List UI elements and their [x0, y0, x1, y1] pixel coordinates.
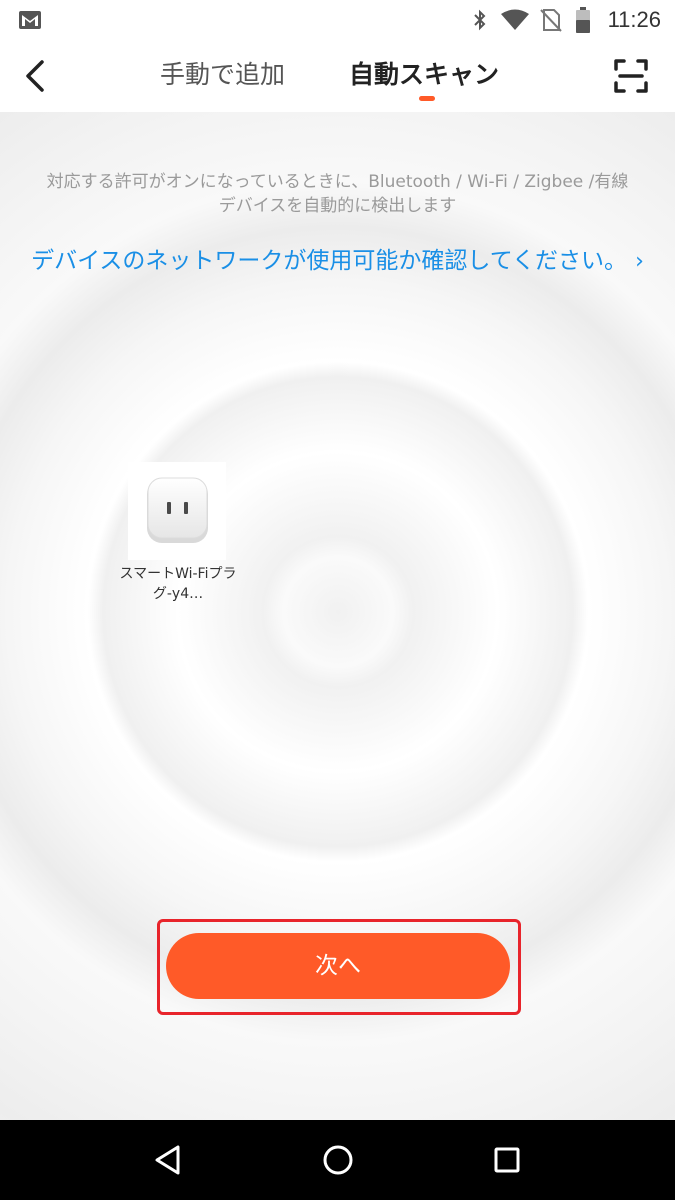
home-circle-icon: [323, 1145, 353, 1175]
back-button[interactable]: [14, 52, 58, 100]
active-tab-indicator: [419, 96, 435, 101]
wifi-icon: [501, 9, 529, 30]
nav-back-button[interactable]: [148, 1140, 188, 1180]
top-bar: 手動で追加 自動スキャン: [0, 40, 675, 112]
bluetooth-icon: [474, 9, 486, 31]
chevron-left-icon: [26, 60, 44, 92]
scan-frame-icon: [614, 59, 648, 93]
scan-area: 対応する許可がオンになっているときに、Bluetooth / Wi-Fi / Z…: [0, 112, 675, 1120]
system-nav-bar: [0, 1120, 675, 1200]
qr-scan-button[interactable]: [609, 54, 653, 98]
next-button[interactable]: 次へ: [166, 933, 510, 999]
tab-manual-add[interactable]: 手動で追加: [160, 58, 285, 92]
nav-recents-button[interactable]: [487, 1140, 527, 1180]
status-bar: 11:26: [0, 0, 675, 40]
status-time: 11:26: [607, 7, 661, 32]
no-sim-icon: [540, 9, 562, 32]
tab-auto-scan[interactable]: 自動スキャン: [349, 58, 499, 92]
battery-icon: [576, 7, 590, 33]
device-name: スマートWi-Fiプラグ-y4…: [119, 566, 237, 602]
nav-home-button[interactable]: [318, 1140, 358, 1180]
recents-square-icon: [494, 1147, 520, 1173]
network-check-link-label: デバイスのネットワークが使用可能か確認してください。: [31, 248, 628, 274]
network-check-link[interactable]: デバイスのネットワークが使用可能か確認してください。 ›: [0, 244, 675, 279]
smart-plug-icon: [128, 462, 226, 560]
back-triangle-icon: [155, 1145, 180, 1175]
chevron-right-icon: ›: [635, 249, 644, 274]
gmail-icon: [19, 11, 41, 29]
scan-info-text: 対応する許可がオンになっているときに、Bluetooth / Wi-Fi / Z…: [46, 172, 629, 216]
